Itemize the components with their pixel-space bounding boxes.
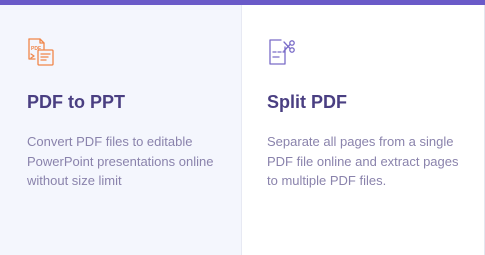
card-title[interactable]: Split PDF	[267, 92, 347, 113]
tool-card-split-pdf[interactable]: Split PDF Separate all pages from a sing…	[242, 5, 485, 255]
card-description: Separate all pages from a single PDF fil…	[267, 134, 459, 188]
svg-text:PDF: PDF	[31, 46, 41, 52]
card-description: Convert PDF files to editable PowerPoint…	[27, 134, 214, 188]
tools-grid: PDF PDF to PPT Convert PDF files to edit…	[0, 5, 485, 255]
card-title[interactable]: PDF to PPT	[27, 92, 125, 113]
tool-card-pdf-to-ppt[interactable]: PDF PDF to PPT Convert PDF files to edit…	[0, 5, 242, 255]
split-pdf-scissors-icon	[267, 37, 297, 67]
pdf-to-ppt-icon: PDF	[26, 37, 56, 67]
